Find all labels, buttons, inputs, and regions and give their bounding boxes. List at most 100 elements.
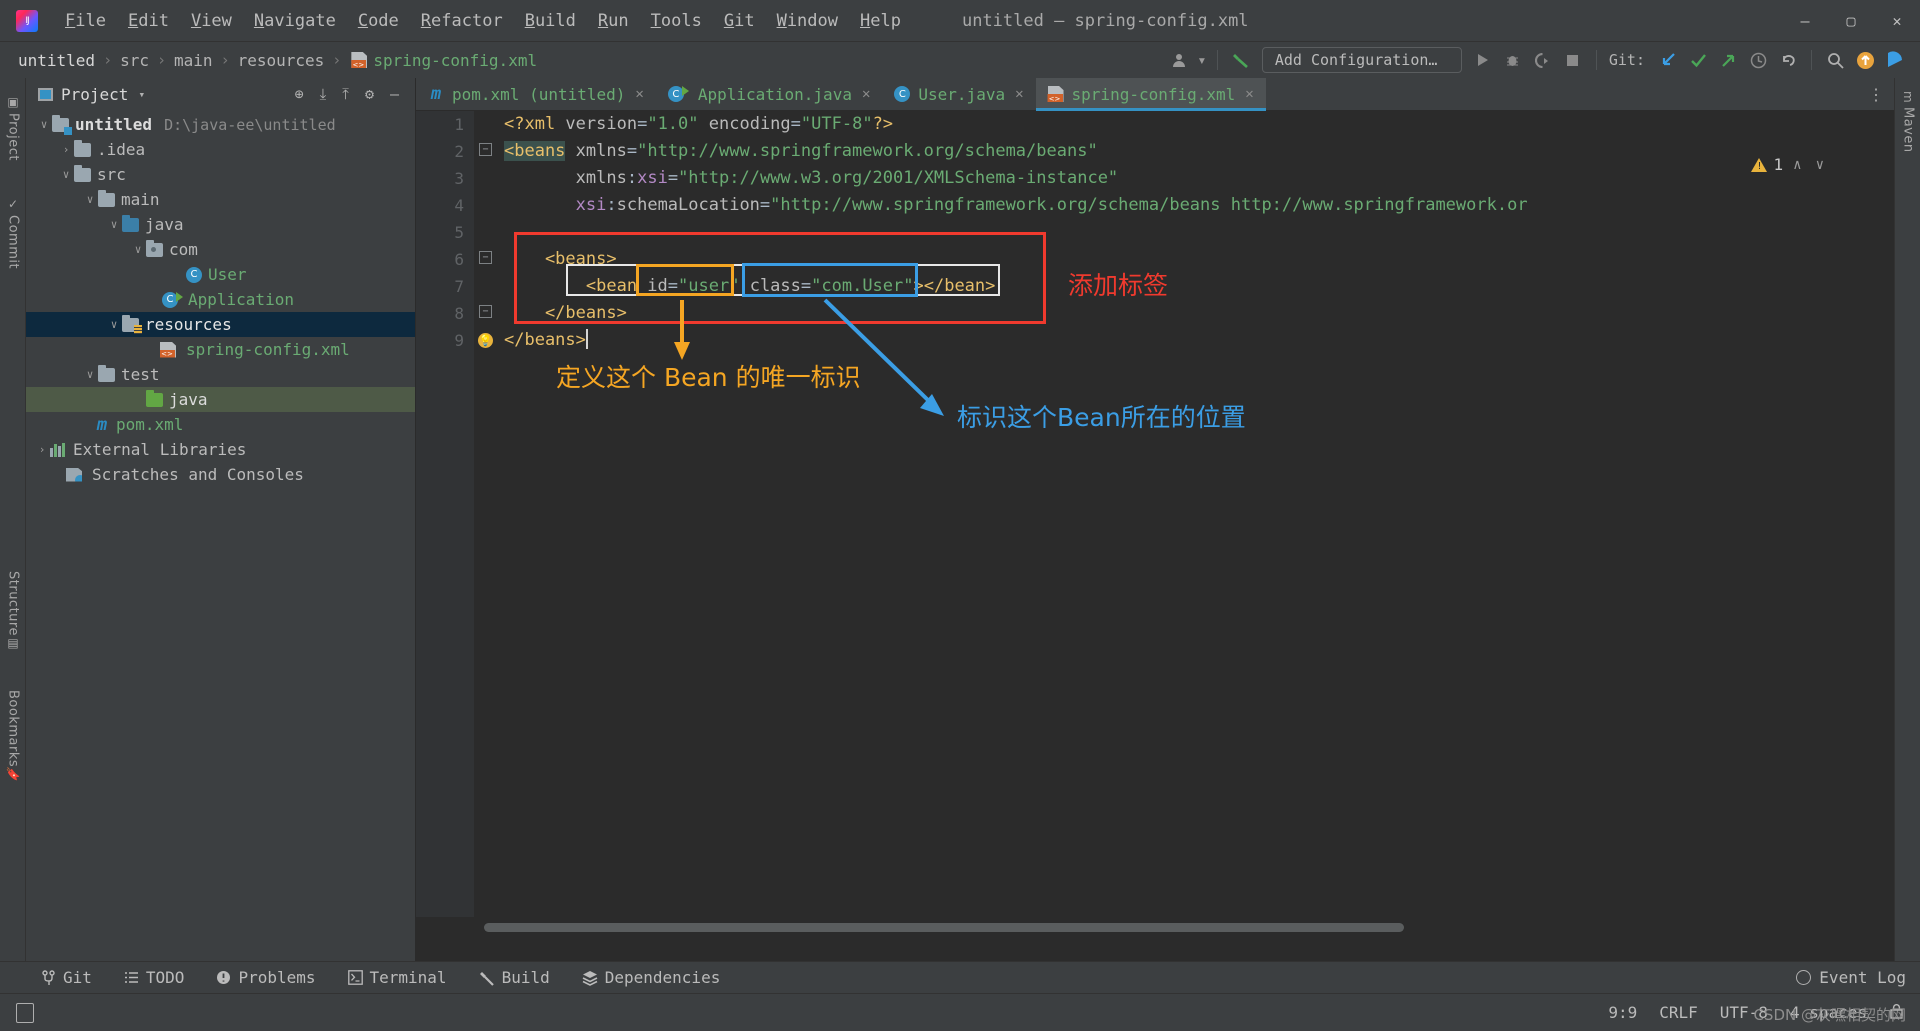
ide-feature-icon[interactable] [1880, 46, 1910, 74]
breadcrumb-untitled[interactable]: untitled [18, 51, 95, 70]
intention-bulb-icon[interactable]: 💡 [478, 333, 493, 348]
tab-application-java[interactable]: C Application.java ✕ [656, 78, 883, 110]
menu-run[interactable]: Run [587, 8, 640, 34]
debug-bug-icon[interactable] [1498, 46, 1528, 74]
rollback-icon[interactable] [1773, 46, 1803, 74]
line-separator[interactable]: CRLF [1659, 1003, 1698, 1022]
inspection-status-badge[interactable]: 1 ∧ ∨ [1751, 155, 1828, 174]
chevron-down-icon[interactable]: ∨ [82, 368, 98, 381]
run-configuration-selector[interactable]: Add Configuration… [1261, 47, 1462, 73]
sidebar-item-commit[interactable]: ✓ Commit [0, 188, 26, 278]
bottom-item-event-log[interactable]: Event Log [1796, 968, 1906, 987]
run-play-icon[interactable] [1468, 46, 1498, 74]
chevron-down-icon[interactable]: ∨ [36, 118, 52, 131]
build-hammer-icon[interactable] [1226, 46, 1256, 74]
tree-row-scratches[interactable]: Scratches and Consoles [26, 462, 415, 487]
layout-toggle-icon[interactable] [16, 1002, 34, 1023]
menu-tools[interactable]: Tools [640, 8, 713, 34]
chevron-down-icon[interactable]: ▾ [138, 88, 145, 101]
menu-git[interactable]: Git [713, 8, 766, 34]
breadcrumb-main[interactable]: main [174, 51, 213, 70]
tab-pom-xml[interactable]: m pom.xml (untitled) ✕ [416, 78, 656, 110]
chevron-down-icon[interactable]: ∨ [106, 318, 122, 331]
close-icon[interactable]: ✕ [635, 86, 643, 102]
fold-toggle-icon[interactable]: − [479, 251, 492, 264]
horizontal-scrollbar[interactable] [416, 917, 1894, 939]
tab-overflow-menu[interactable]: ⋮ [1868, 78, 1894, 110]
tree-row-user-class[interactable]: C User [26, 262, 415, 287]
bottom-item-todo[interactable]: TODO [108, 968, 201, 987]
sidebar-item-maven[interactable]: m Maven [1895, 82, 1920, 162]
update-available-icon[interactable] [1850, 46, 1880, 74]
sidebar-item-project[interactable]: ▣ Project [0, 82, 26, 174]
tree-row-spring-config[interactable]: spring-config.xml [26, 337, 415, 362]
bottom-item-dependencies[interactable]: Dependencies [566, 968, 737, 987]
hide-minus-icon[interactable]: — [382, 85, 407, 103]
update-project-icon[interactable] [1653, 46, 1683, 74]
close-icon[interactable]: ✕ [862, 86, 870, 102]
bottom-item-build[interactable]: Build [463, 968, 566, 987]
menu-help[interactable]: Help [849, 8, 912, 34]
chevron-down-icon[interactable]: ∨ [1812, 157, 1828, 173]
stop-square-icon[interactable] [1558, 46, 1588, 74]
close-icon[interactable]: ✕ [1874, 1, 1920, 41]
minimize-icon[interactable]: — [1782, 1, 1828, 41]
fold-toggle-icon[interactable]: − [479, 143, 492, 156]
tree-row-pom[interactable]: m pom.xml [26, 412, 415, 437]
chevron-down-icon[interactable]: ∨ [82, 193, 98, 206]
caret-position[interactable]: 9:9 [1608, 1003, 1637, 1022]
chevron-down-icon[interactable]: ▾ [1195, 46, 1209, 74]
run-with-coverage-icon[interactable] [1528, 46, 1558, 74]
maximize-icon[interactable]: ▢ [1828, 1, 1874, 41]
chevron-right-icon[interactable]: › [34, 443, 50, 456]
search-magnifier-icon[interactable] [1820, 46, 1850, 74]
tab-spring-config-xml[interactable]: spring-config.xml ✕ [1035, 78, 1266, 111]
menu-edit[interactable]: Edit [117, 8, 180, 34]
fold-toggle-icon[interactable]: − [479, 305, 492, 318]
tree-row-application-class[interactable]: C Application [26, 287, 415, 312]
tree-row-test[interactable]: ∨ test [26, 362, 415, 387]
code-editor[interactable]: 1 2 3 4 5 6 7 8 9 − − − 💡 <?xml version=… [416, 111, 1894, 939]
tree-row-external-libraries[interactable]: › External Libraries [26, 437, 415, 462]
push-arrow-icon[interactable] [1713, 46, 1743, 74]
chevron-down-icon[interactable]: ∨ [58, 168, 74, 181]
sidebar-item-structure[interactable]: Structure ▤ [0, 558, 26, 668]
chevron-down-icon[interactable]: ∨ [130, 243, 146, 256]
tree-row-java-test[interactable]: java [26, 387, 415, 412]
user-account-icon[interactable] [1165, 46, 1195, 74]
menu-build[interactable]: Build [514, 8, 587, 34]
breadcrumb-src[interactable]: src [120, 51, 149, 70]
history-clock-icon[interactable] [1743, 46, 1773, 74]
menu-code[interactable]: Code [347, 8, 410, 34]
collapse-all-icon[interactable]: ⤒ [334, 85, 357, 103]
close-icon[interactable]: ✕ [1015, 86, 1023, 102]
menu-view[interactable]: View [180, 8, 243, 34]
tree-row-idea[interactable]: › .idea [26, 137, 415, 162]
commit-check-icon[interactable] [1683, 46, 1713, 74]
breadcrumb-spring-config[interactable]: spring-config.xml [373, 51, 537, 70]
menu-file[interactable]: File [54, 8, 117, 34]
tree-row-src[interactable]: ∨ src [26, 162, 415, 187]
locate-target-icon[interactable]: ⊕ [287, 85, 312, 103]
code-content[interactable]: <?xml version="1.0" encoding="UTF-8"?> <… [498, 111, 1894, 939]
bottom-item-problems[interactable]: Problems [200, 968, 331, 987]
menu-refactor[interactable]: Refactor [410, 8, 514, 34]
chevron-right-icon[interactable]: › [58, 143, 74, 156]
bottom-item-git[interactable]: Git [0, 968, 108, 987]
menu-window[interactable]: Window [766, 8, 849, 34]
bottom-item-terminal[interactable]: Terminal [332, 968, 463, 987]
tree-row-resources[interactable]: ∨ resources [26, 312, 415, 337]
tree-row-com[interactable]: ∨ com [26, 237, 415, 262]
tree-row-main[interactable]: ∨ main [26, 187, 415, 212]
chevron-down-icon[interactable]: ∨ [106, 218, 122, 231]
close-icon[interactable]: ✕ [1245, 86, 1253, 102]
scrollbar-thumb[interactable] [484, 923, 1404, 932]
sidebar-item-bookmarks[interactable]: Bookmarks 🔖 [0, 678, 26, 798]
tab-user-java[interactable]: C User.java ✕ [882, 78, 1035, 110]
menu-navigate[interactable]: Navigate [243, 8, 347, 34]
chevron-up-icon[interactable]: ∧ [1789, 157, 1805, 173]
breadcrumb-resources[interactable]: resources [238, 51, 325, 70]
tree-row-java-main[interactable]: ∨ java [26, 212, 415, 237]
expand-all-icon[interactable]: ⤓ [312, 85, 335, 103]
settings-gear-icon[interactable]: ⚙ [357, 85, 382, 103]
